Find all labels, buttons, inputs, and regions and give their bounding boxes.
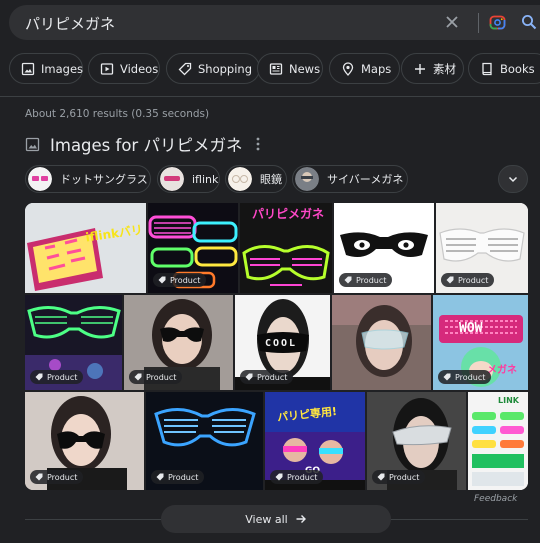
- product-badge: Product: [129, 370, 183, 384]
- images-section-header: Images for パリピメガネ: [25, 134, 243, 155]
- chip-news[interactable]: News: [257, 53, 323, 84]
- tile-caption: WOW: [459, 321, 483, 336]
- related-search-chip[interactable]: 眼鏡: [225, 165, 287, 193]
- search-divider: [478, 13, 479, 33]
- search-input[interactable]: パリピメガネ: [25, 13, 115, 34]
- expand-related-button[interactable]: [498, 165, 528, 193]
- result-stats: About 2,610 results (0.35 seconds): [25, 108, 210, 120]
- chip-label: Books: [500, 61, 535, 76]
- image-icon: [21, 62, 35, 75]
- related-search-chip[interactable]: iflink: [157, 165, 220, 193]
- image-result[interactable]: LINK: [468, 392, 528, 490]
- chip-thumbnail: [28, 167, 52, 191]
- view-all-divider: [25, 519, 161, 520]
- images-section-title: Images for パリピメガネ: [50, 136, 243, 155]
- product-badge: Product: [441, 273, 495, 287]
- product-badge: Product: [270, 470, 324, 484]
- image-result[interactable]: Product: [124, 295, 233, 390]
- related-chip-label: ドットサングラス: [60, 173, 148, 186]
- led-catalog-image: [468, 392, 528, 490]
- tag-icon: [446, 276, 454, 284]
- image-result[interactable]: Product: [25, 392, 144, 490]
- chip-thumbnail: [295, 167, 319, 191]
- image-icon: [25, 137, 40, 151]
- play-icon: [100, 62, 114, 75]
- chip-label: News: [289, 61, 321, 76]
- image-result[interactable]: Product: [148, 203, 238, 293]
- product-badge: Product: [372, 470, 426, 484]
- image-result[interactable]: Product: [436, 203, 528, 293]
- chip-thumbnail: [160, 167, 184, 191]
- image-results-grid: iflinkバリ 作ってみ Product パリピメガネ: [25, 203, 528, 490]
- image-result[interactable]: パリピメガネ: [240, 203, 332, 293]
- chip-label: Shopping: [198, 61, 253, 76]
- tag-icon: [134, 373, 142, 381]
- chip-videos[interactable]: Videos: [88, 53, 160, 84]
- more-vert-icon[interactable]: [253, 136, 263, 152]
- camera-lens-icon[interactable]: [489, 14, 506, 31]
- related-search-chip[interactable]: サイバーメガネ: [292, 165, 408, 193]
- image-result[interactable]: COOL Product: [235, 295, 330, 390]
- tile-caption: メガネ: [487, 365, 517, 376]
- tag-icon: [35, 473, 43, 481]
- tile-caption: COOL: [265, 338, 298, 349]
- woman-clear-glasses-image: [332, 295, 431, 390]
- tile-caption: LINK: [498, 396, 519, 405]
- chevron-down-icon: [508, 176, 518, 183]
- news-icon: [269, 62, 283, 75]
- image-result[interactable]: パリピ専用! GO Product: [265, 392, 365, 490]
- map-pin-icon: [342, 61, 354, 76]
- chip-maps[interactable]: Maps: [329, 53, 400, 84]
- tag-icon: [245, 373, 253, 381]
- search-bar[interactable]: パリピメガネ: [9, 5, 540, 40]
- product-badge: Product: [30, 370, 84, 384]
- plus-icon: [415, 63, 425, 74]
- related-chip-label: iflink: [192, 172, 219, 186]
- related-search-chip[interactable]: ドットサングラス: [25, 165, 151, 193]
- image-result[interactable]: iflinkバリ 作ってみ: [25, 203, 146, 293]
- view-all-divider: [391, 519, 528, 520]
- related-chip-label: 眼鏡: [260, 173, 282, 186]
- tag-icon: [377, 473, 385, 481]
- chip-label: Videos: [120, 61, 159, 76]
- product-badge: Product: [153, 273, 207, 287]
- chip-shopping[interactable]: Shopping: [166, 53, 260, 84]
- chip-books[interactable]: Books: [468, 53, 540, 84]
- chip-thumbnail: [228, 167, 252, 191]
- chip-sozai[interactable]: 素材: [401, 53, 464, 84]
- image-result[interactable]: Product: [25, 295, 122, 390]
- tag-icon: [35, 373, 43, 381]
- tag-icon: [275, 473, 283, 481]
- image-result[interactable]: WOW メガネ Product: [433, 295, 528, 390]
- arrow-right-icon: [296, 515, 306, 523]
- tag-icon: [156, 473, 164, 481]
- book-icon: [482, 62, 492, 75]
- related-chip-label: サイバーメガネ: [327, 173, 404, 186]
- view-all-label: View all: [245, 512, 288, 526]
- tabs-divider: [0, 96, 540, 97]
- chip-label: Maps: [361, 61, 392, 76]
- chip-label: Images: [41, 61, 84, 76]
- tag-icon: [344, 276, 352, 284]
- chip-label: 素材: [433, 61, 456, 76]
- search-icon[interactable]: [521, 14, 537, 30]
- product-badge: Product: [339, 273, 393, 287]
- image-result[interactable]: Product: [146, 392, 263, 490]
- view-all-button[interactable]: View all: [161, 505, 391, 533]
- tag-icon: [158, 276, 166, 284]
- tag-icon: [178, 62, 192, 75]
- product-badge: Product: [151, 470, 205, 484]
- product-badge: Product: [30, 470, 84, 484]
- product-badge: Product: [438, 370, 492, 384]
- tile-caption: パリピメガネ: [252, 207, 325, 221]
- image-result[interactable]: Product: [367, 392, 466, 490]
- tag-icon: [443, 373, 451, 381]
- chip-images[interactable]: Images: [9, 53, 83, 84]
- product-badge: Product: [240, 370, 294, 384]
- close-icon[interactable]: [444, 14, 460, 30]
- image-result[interactable]: [332, 295, 431, 390]
- image-result[interactable]: Product: [334, 203, 434, 293]
- led-glasses-image: [25, 203, 146, 293]
- feedback-link[interactable]: Feedback: [474, 494, 517, 504]
